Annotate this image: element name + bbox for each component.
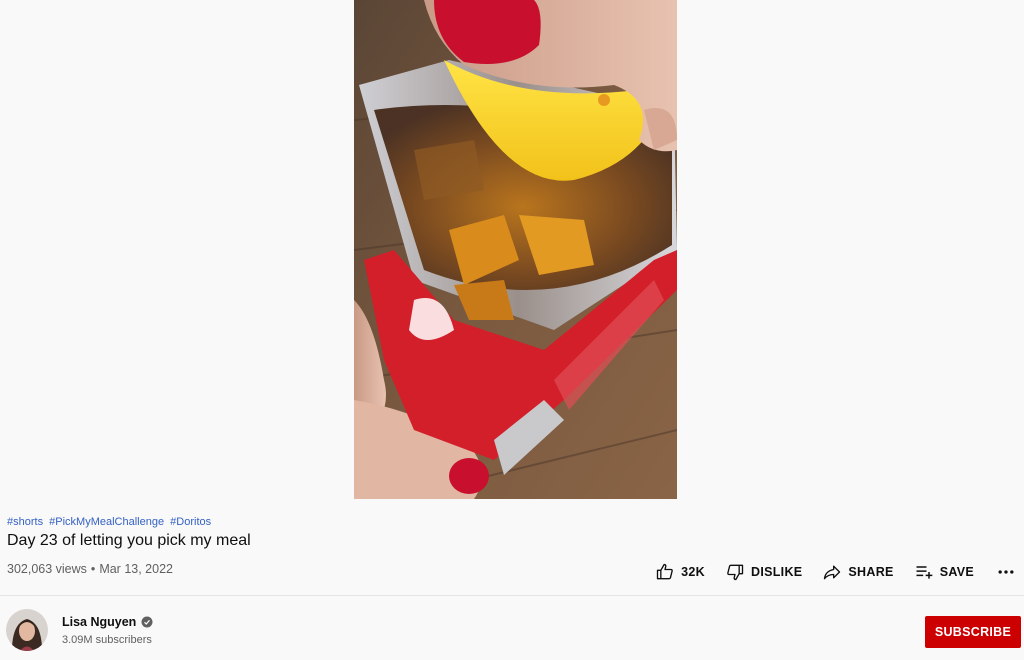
more-horizontal-icon	[998, 570, 1014, 574]
hashtag-link[interactable]: #Doritos	[170, 516, 211, 528]
thumbs-up-icon	[656, 563, 673, 580]
subscribe-button[interactable]: SUBSCRIBE	[925, 616, 1021, 648]
video-frame	[354, 0, 677, 499]
like-button[interactable]: 32K	[655, 562, 705, 582]
video-meta: 302,063 views • Mar 13, 2022	[7, 562, 173, 576]
thumbs-down-icon	[727, 564, 744, 581]
hashtag-list: #shorts #PickMyMealChallenge #Doritos	[7, 516, 214, 528]
video-player[interactable]	[354, 0, 677, 499]
save-label: SAVE	[939, 565, 974, 579]
channel-avatar[interactable]	[6, 609, 48, 651]
share-icon	[824, 565, 841, 580]
share-button[interactable]: SHARE	[822, 562, 893, 582]
separator-dot: •	[90, 562, 96, 576]
dislike-label: DISLIKE	[751, 565, 803, 579]
channel-name-text: Lisa Nguyen	[62, 615, 137, 629]
divider	[0, 595, 1024, 596]
hashtag-link[interactable]: #PickMyMealChallenge	[49, 516, 164, 528]
share-label: SHARE	[848, 565, 894, 579]
hashtag-link[interactable]: #shorts	[7, 516, 43, 528]
more-actions-button[interactable]	[996, 562, 1016, 582]
like-count: 32K	[681, 565, 705, 579]
subscriber-count: 3.09M subscribers	[62, 634, 152, 646]
action-bar: 32K DISLIKE SHARE SAVE	[635, 560, 1016, 584]
playlist-add-icon	[916, 566, 933, 579]
video-title: Day 23 of letting you pick my meal	[7, 532, 251, 549]
save-button[interactable]: SAVE	[914, 562, 974, 582]
view-count: 302,063 views	[7, 562, 87, 576]
upload-date: Mar 13, 2022	[99, 562, 173, 576]
watch-page: #shorts #PickMyMealChallenge #Doritos Da…	[0, 0, 1024, 660]
avatar-image	[6, 609, 48, 651]
verified-check-icon	[141, 616, 153, 628]
channel-name[interactable]: Lisa Nguyen	[62, 615, 153, 629]
dislike-button[interactable]: DISLIKE	[725, 562, 802, 582]
